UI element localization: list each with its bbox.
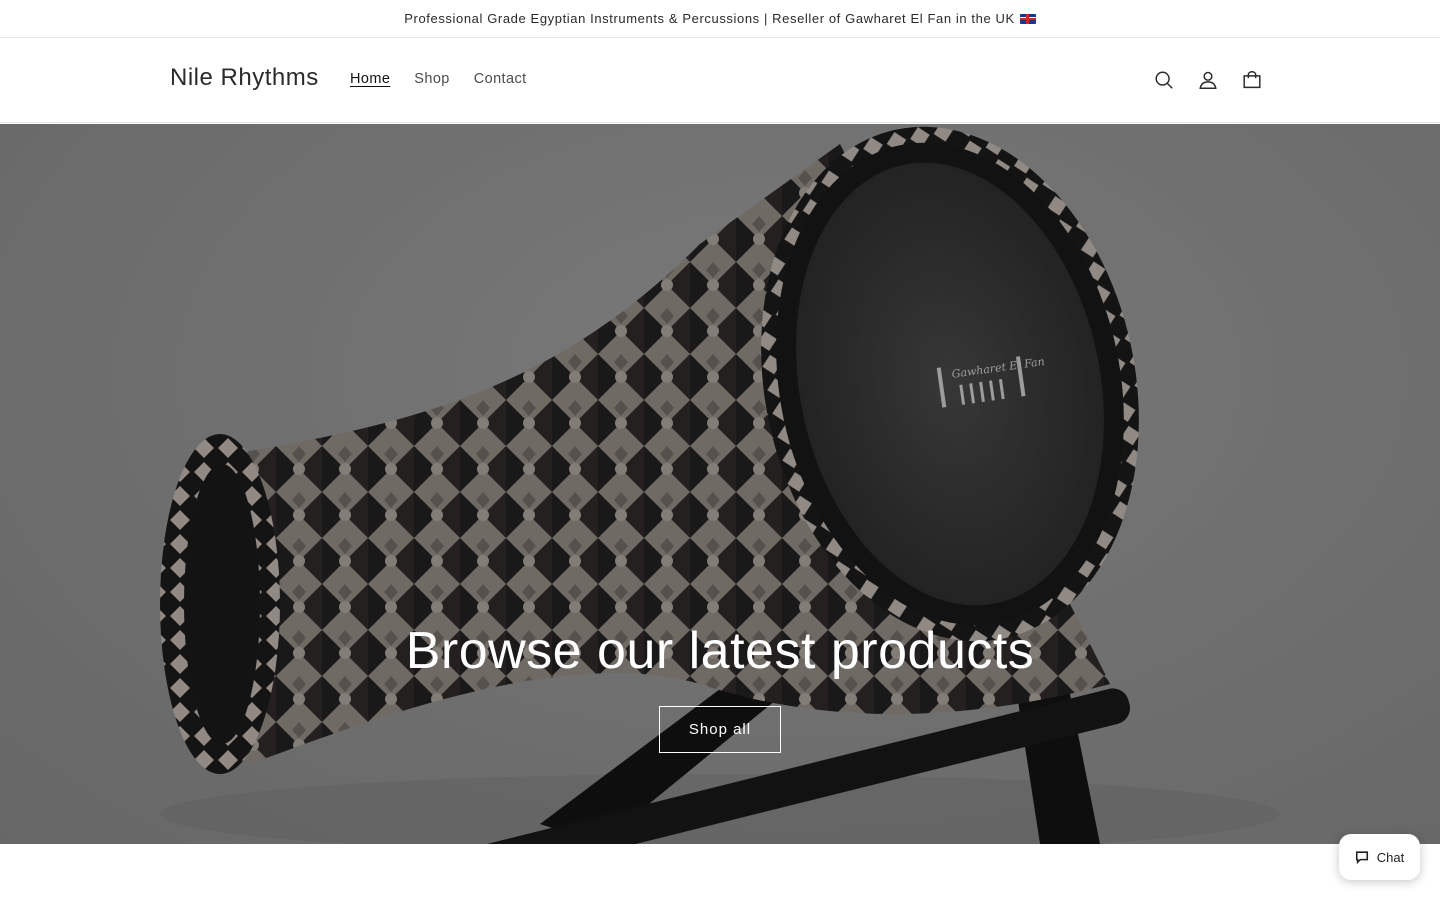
announcement-text: Professional Grade Egyptian Instruments … — [404, 11, 1015, 26]
search-button[interactable] — [1142, 58, 1186, 102]
search-icon — [1155, 71, 1173, 89]
hero-title: Browse our latest products — [405, 622, 1035, 680]
main-nav: Home Shop Contact — [338, 69, 539, 89]
cart-button[interactable] — [1230, 58, 1274, 102]
site-header: Nile Rhythms Home Shop Contact — [0, 38, 1440, 123]
hero-content: Browse our latest products Shop all — [0, 620, 1440, 754]
account-button[interactable] — [1186, 58, 1230, 102]
chat-label: Chat — [1376, 849, 1405, 865]
account-icon — [1199, 71, 1217, 89]
hero-banner: Gawharet El Fan Browse our latest produc… — [0, 124, 1440, 844]
announcement-bar: Professional Grade Egyptian Instruments … — [0, 0, 1440, 38]
nav-home[interactable]: Home — [338, 69, 402, 89]
nav-contact[interactable]: Contact — [462, 69, 539, 89]
cart-icon — [1243, 71, 1261, 89]
header-icons — [1142, 58, 1274, 102]
uk-flag-icon — [1019, 13, 1036, 24]
site-logo[interactable]: Nile Rhythms — [170, 64, 319, 92]
nav-shop[interactable]: Shop — [402, 69, 461, 89]
shop-all-button[interactable]: Shop all — [659, 706, 781, 754]
chat-icon — [1355, 851, 1368, 864]
chat-button[interactable]: Chat — [1339, 834, 1420, 880]
